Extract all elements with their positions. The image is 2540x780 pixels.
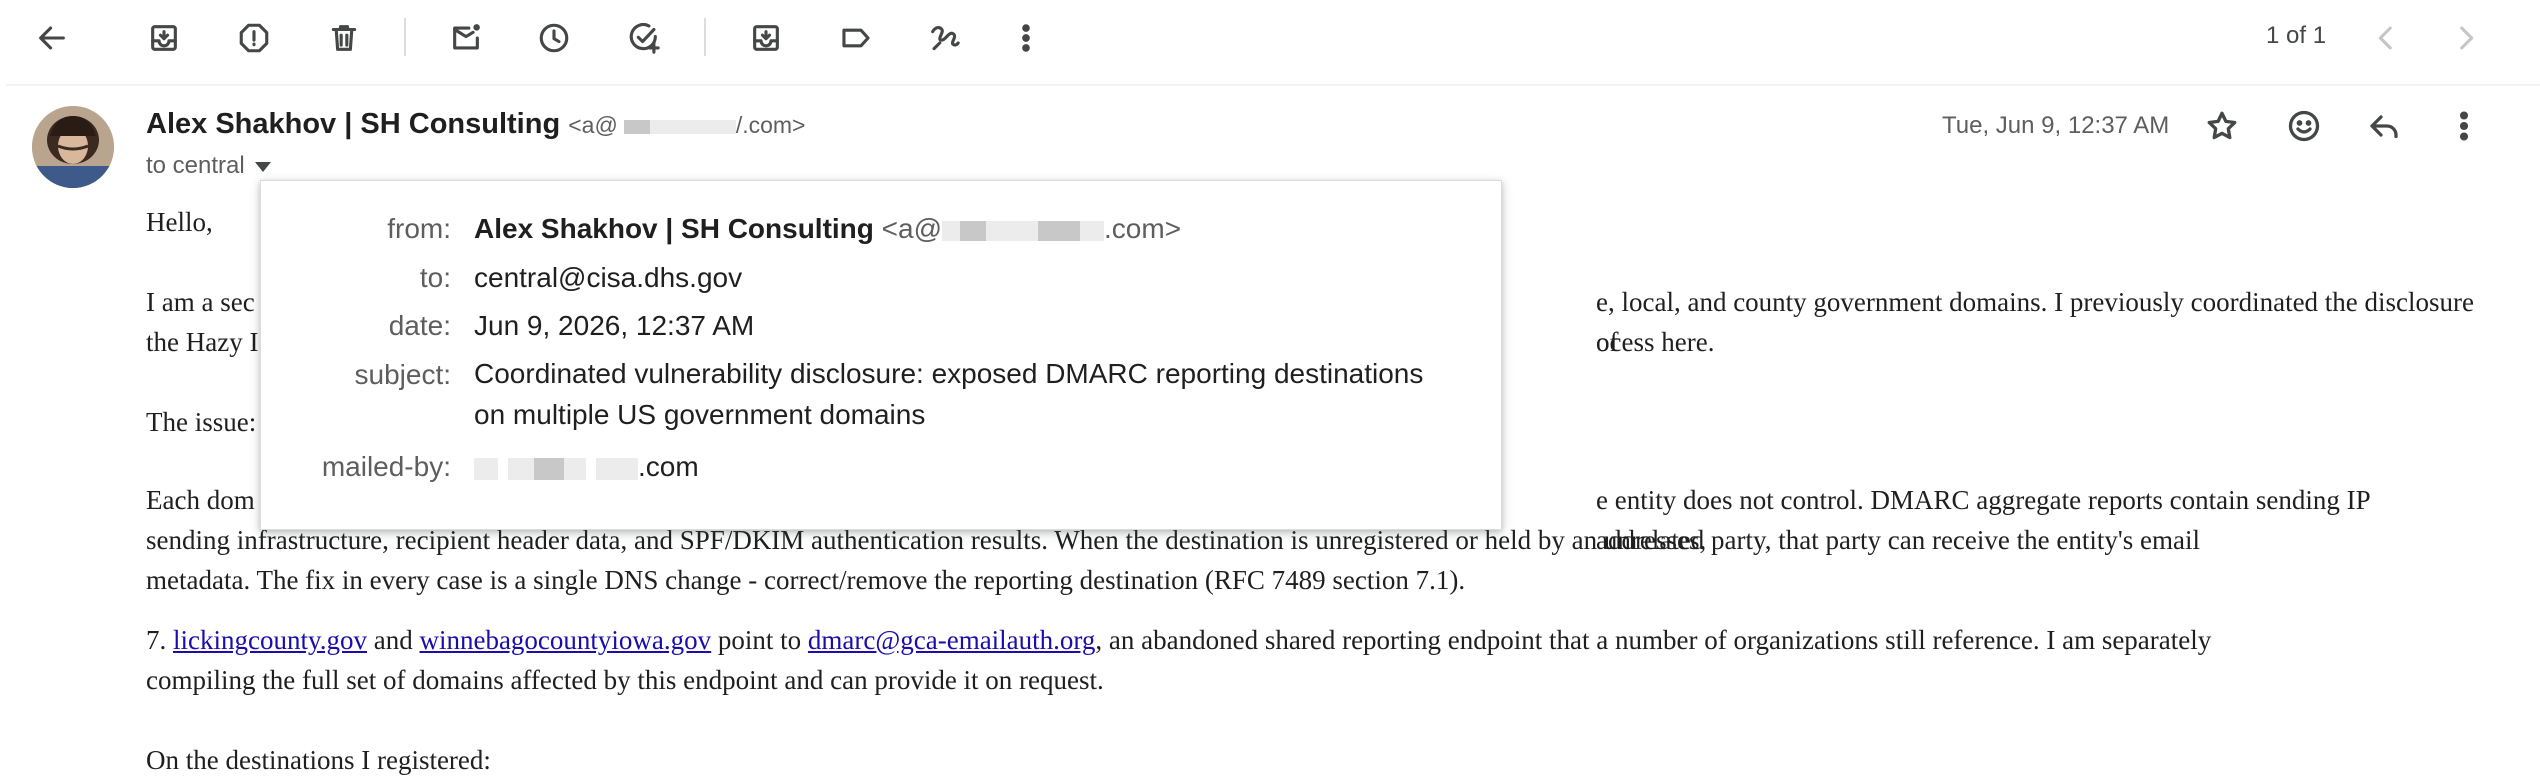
redaction <box>474 457 498 480</box>
from-value: Alex Shakhov | SH Consulting <a@ .com> <box>474 213 1181 245</box>
body-fragment: e entity does not control. DMARC aggrega… <box>1596 485 2370 555</box>
back-arrow-icon[interactable] <box>30 16 74 60</box>
redaction <box>960 220 987 241</box>
redaction <box>596 457 638 480</box>
toolbar-divider-line <box>6 84 2540 86</box>
sender-email-suffix: /.com> <box>735 112 806 138</box>
delete-icon[interactable] <box>322 16 366 60</box>
body-fragment: ocess here. <box>1596 327 1715 357</box>
subject-line: on multiple US government domains <box>474 399 926 430</box>
to-label: to: <box>419 262 451 293</box>
more-vert-icon[interactable] <box>1004 16 1048 60</box>
item-number: 7. <box>146 625 173 655</box>
caret-down-icon[interactable] <box>254 161 271 172</box>
redaction <box>986 220 1039 241</box>
mailed-by-label: mailed-by: <box>321 451 451 482</box>
add-to-tasks-icon[interactable] <box>622 16 666 60</box>
sender-line: Alex Shakhov | SH Consulting <a@ /.com> <box>146 108 805 141</box>
recipients-toggle[interactable]: to central <box>146 152 271 180</box>
toolbar-divider <box>704 18 706 56</box>
body-line: compiling the full set of domains affect… <box>146 665 1104 695</box>
redaction <box>623 119 650 134</box>
date-value: Jun 9, 2026, 12:37 AM <box>474 310 755 341</box>
more-options-icon[interactable] <box>2440 102 2488 150</box>
body-fragment: Each dom <box>146 485 255 515</box>
redaction <box>534 457 564 480</box>
sender-avatar[interactable] <box>32 106 114 188</box>
subject-value: Coordinated vulnerability disclosure: ex… <box>474 353 1423 435</box>
link-dmarc-email[interactable]: dmarc@gca-emailauth.org <box>808 625 1096 655</box>
body-fragment: point to <box>711 625 808 655</box>
mailed-by-value: .com <box>474 451 699 483</box>
body-line: 7. lickingcounty.gov and winnebagocounty… <box>146 620 2486 660</box>
message-details-popup: from: Alex Shakhov | SH Consulting <a@ .c… <box>260 180 1502 530</box>
message-date: Tue, Jun 9, 12:37 AM <box>1942 112 2170 139</box>
snooze-icon[interactable] <box>532 16 576 60</box>
filter-icon[interactable] <box>922 16 966 60</box>
redaction <box>649 119 710 134</box>
older-chevron-icon[interactable] <box>2444 16 2488 60</box>
body-line: metadata. The fix in every case is a sin… <box>146 565 1466 595</box>
sender-email: <a@ /.com> <box>568 112 805 138</box>
label-icon[interactable] <box>834 16 878 60</box>
from-email-suffix: .com> <box>1104 213 1182 244</box>
date-label: date: <box>388 310 451 341</box>
redaction <box>508 457 534 480</box>
redaction <box>1038 220 1081 241</box>
from-email: <a@ .com> <box>882 213 1181 244</box>
sender-name[interactable]: Alex Shakhov | SH Consulting <box>146 108 560 140</box>
redaction <box>564 457 586 480</box>
redaction <box>709 119 736 134</box>
body-fragment: , an abandoned shared reporting endpoint… <box>1095 625 2212 655</box>
body-fragment: I am a sec <box>146 287 255 317</box>
mailed-by-suffix: .com <box>638 451 699 482</box>
link-lickingcounty[interactable]: lickingcounty.gov <box>173 625 367 655</box>
to-value[interactable]: central@cisa.dhs.gov <box>474 262 742 294</box>
emoji-reaction-icon[interactable] <box>2280 102 2328 150</box>
to-line-label: to central <box>146 152 245 179</box>
redaction <box>942 220 961 241</box>
archive-icon[interactable] <box>142 16 186 60</box>
from-email-prefix: <a@ <box>881 213 943 244</box>
redaction <box>1080 220 1105 241</box>
move-to-icon[interactable] <box>744 16 788 60</box>
body-fragment: and <box>366 625 420 655</box>
newer-chevron-icon[interactable] <box>2364 16 2408 60</box>
message-toolbar: 1 of 1 <box>0 0 2540 72</box>
pager-count: 1 of 1 <box>2266 22 2327 49</box>
sender-email-prefix: <a@ <box>568 112 618 138</box>
from-label: from: <box>387 213 451 244</box>
body-fragment: e, local, and county government domains.… <box>1596 287 2475 357</box>
mark-unread-icon[interactable] <box>444 16 488 60</box>
link-winnebagocountyiowa[interactable]: winnebagocountyiowa.gov <box>419 625 711 655</box>
body-fragment: the Hazy I <box>146 327 259 357</box>
star-icon[interactable] <box>2198 102 2246 150</box>
from-name: Alex Shakhov | SH Consulting <box>474 213 874 244</box>
body-destinations-heading: On the destinations I registered: <box>146 745 491 775</box>
body-paragraph-item-7: 7. lickingcounty.gov and winnebagocounty… <box>146 620 2486 700</box>
report-spam-icon[interactable] <box>232 16 276 60</box>
subject-label: subject: <box>354 359 452 390</box>
toolbar-divider <box>404 18 406 56</box>
subject-line: Coordinated vulnerability disclosure: ex… <box>474 358 1424 389</box>
reply-icon[interactable] <box>2360 102 2408 150</box>
